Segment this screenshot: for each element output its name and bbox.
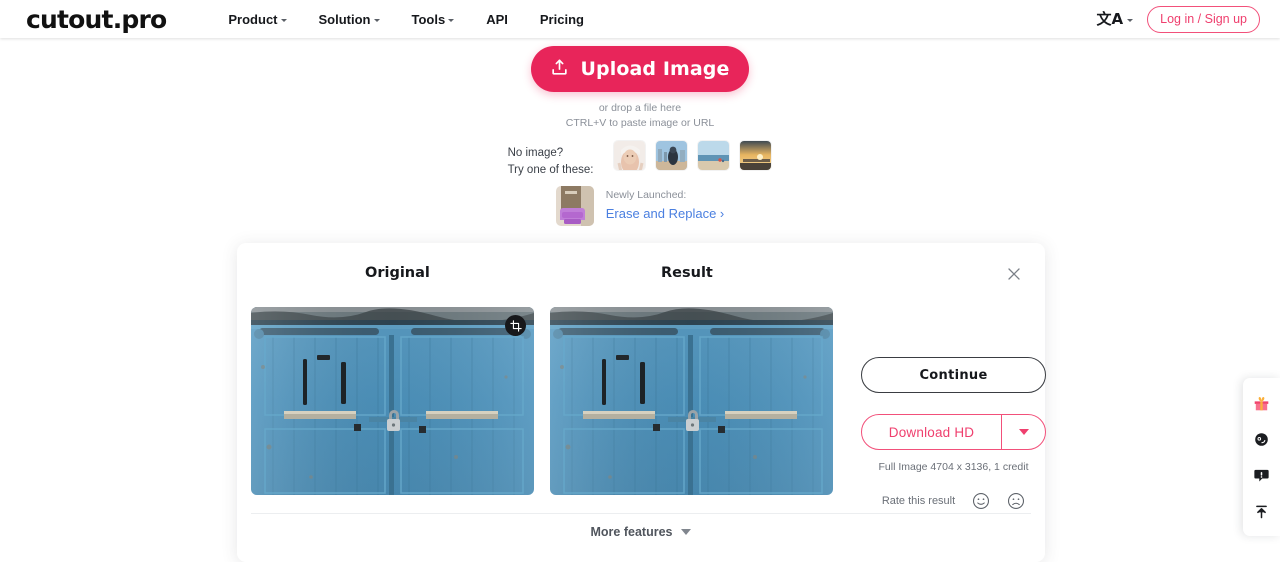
site-header: cutout.pro Product Solution Tools API Pr… bbox=[0, 0, 1280, 38]
nav-item-api[interactable]: API bbox=[486, 12, 508, 27]
sample-thumbnail-list bbox=[613, 140, 773, 171]
promo-link-erase-replace[interactable]: Erase and Replace › bbox=[606, 204, 725, 224]
upload-hint-line1: or drop a file here bbox=[598, 102, 682, 114]
more-features-label: More features bbox=[590, 525, 673, 539]
sample-prompt-line1: No image? bbox=[507, 147, 564, 159]
rating-row: Rate this result bbox=[861, 492, 1046, 510]
nav-label-api: API bbox=[486, 11, 508, 27]
image-comparison: Continue Download HD Full Image 4704 x 3… bbox=[251, 307, 1046, 510]
translate-icon: 文A bbox=[1096, 9, 1124, 28]
sample-prompt: No image? Try one of these: bbox=[508, 140, 594, 178]
upload-image-button[interactable]: Upload Image bbox=[531, 46, 749, 92]
sample-thumb-beach-horizon[interactable] bbox=[697, 140, 731, 171]
continue-button[interactable]: Continue bbox=[861, 357, 1046, 393]
promo-section: Newly Launched: Erase and Replace › bbox=[0, 186, 1280, 226]
sample-images-section: No image? Try one of these: bbox=[0, 140, 1280, 178]
download-hd-group: Download HD bbox=[861, 414, 1046, 450]
chevron-down-icon bbox=[681, 529, 692, 535]
nav-item-pricing[interactable]: Pricing bbox=[540, 12, 584, 27]
header-actions: 文A Log in / Sign up bbox=[1097, 0, 1260, 38]
sample-thumb-portrait-towel[interactable] bbox=[613, 140, 647, 171]
brand-logo[interactable]: cutout.pro bbox=[26, 7, 167, 32]
promo-kicker: Newly Launched: bbox=[605, 189, 687, 202]
original-image[interactable] bbox=[251, 307, 534, 495]
floating-toolbar bbox=[1243, 378, 1280, 536]
upload-hint-line2: CTRL+V to paste image or URL bbox=[565, 117, 715, 130]
upload-button-label: Upload Image bbox=[580, 58, 730, 80]
nav-label-tools: Tools bbox=[411, 11, 446, 27]
gift-icon[interactable] bbox=[1251, 392, 1273, 414]
upload-section: Upload Image or drop a file here CTRL+V … bbox=[0, 46, 1280, 131]
download-hd-button[interactable]: Download HD bbox=[862, 415, 1001, 449]
chevron-down-icon bbox=[1127, 18, 1134, 22]
crop-icon[interactable] bbox=[505, 315, 526, 336]
chevron-down-icon bbox=[280, 18, 287, 22]
upload-hint: or drop a file here CTRL+V to paste imag… bbox=[566, 101, 715, 131]
feedback-icon[interactable] bbox=[1251, 464, 1273, 486]
promo-thumbnail-chair[interactable] bbox=[555, 186, 594, 226]
result-image[interactable] bbox=[550, 307, 833, 495]
nav-label-product: Product bbox=[228, 11, 278, 27]
result-title: Result bbox=[661, 265, 713, 281]
chevron-down-icon bbox=[448, 18, 455, 22]
login-signup-button[interactable]: Log in / Sign up bbox=[1147, 5, 1260, 33]
card-divider bbox=[251, 513, 1031, 514]
more-features-toggle[interactable]: More features bbox=[237, 525, 1045, 539]
chevron-down-icon bbox=[1018, 429, 1029, 435]
close-icon[interactable] bbox=[1005, 265, 1023, 283]
rate-happy-icon[interactable] bbox=[972, 492, 990, 510]
sample-thumb-city-beach[interactable] bbox=[655, 140, 689, 171]
credit-info: Full Image 4704 x 3136, 1 credit bbox=[878, 461, 1029, 473]
rate-sad-icon[interactable] bbox=[1007, 492, 1025, 510]
nav-label-pricing: Pricing bbox=[539, 11, 584, 27]
main-nav: Product Solution Tools API Pricing bbox=[228, 12, 584, 27]
rate-label: Rate this result bbox=[881, 495, 956, 507]
original-title: Original bbox=[365, 265, 430, 281]
upload-icon bbox=[550, 58, 569, 80]
scroll-top-icon[interactable] bbox=[1251, 500, 1273, 522]
result-actions: Continue Download HD Full Image 4704 x 3… bbox=[861, 357, 1046, 510]
card-header: Original Result bbox=[237, 243, 1045, 289]
support-face-icon[interactable] bbox=[1251, 428, 1273, 450]
sample-prompt-line2: Try one of these: bbox=[507, 163, 594, 176]
nav-item-solution[interactable]: Solution bbox=[319, 12, 380, 27]
chevron-down-icon bbox=[373, 18, 380, 22]
nav-label-solution: Solution bbox=[318, 11, 371, 27]
nav-item-tools[interactable]: Tools bbox=[412, 12, 455, 27]
nav-item-product[interactable]: Product bbox=[228, 11, 287, 27]
language-switcher[interactable]: 文A bbox=[1096, 9, 1134, 28]
result-card: Original Result Continue Download HD Ful… bbox=[237, 243, 1046, 562]
sample-thumb-sunset-pier[interactable] bbox=[739, 140, 773, 171]
download-options-dropdown[interactable] bbox=[1001, 415, 1045, 449]
